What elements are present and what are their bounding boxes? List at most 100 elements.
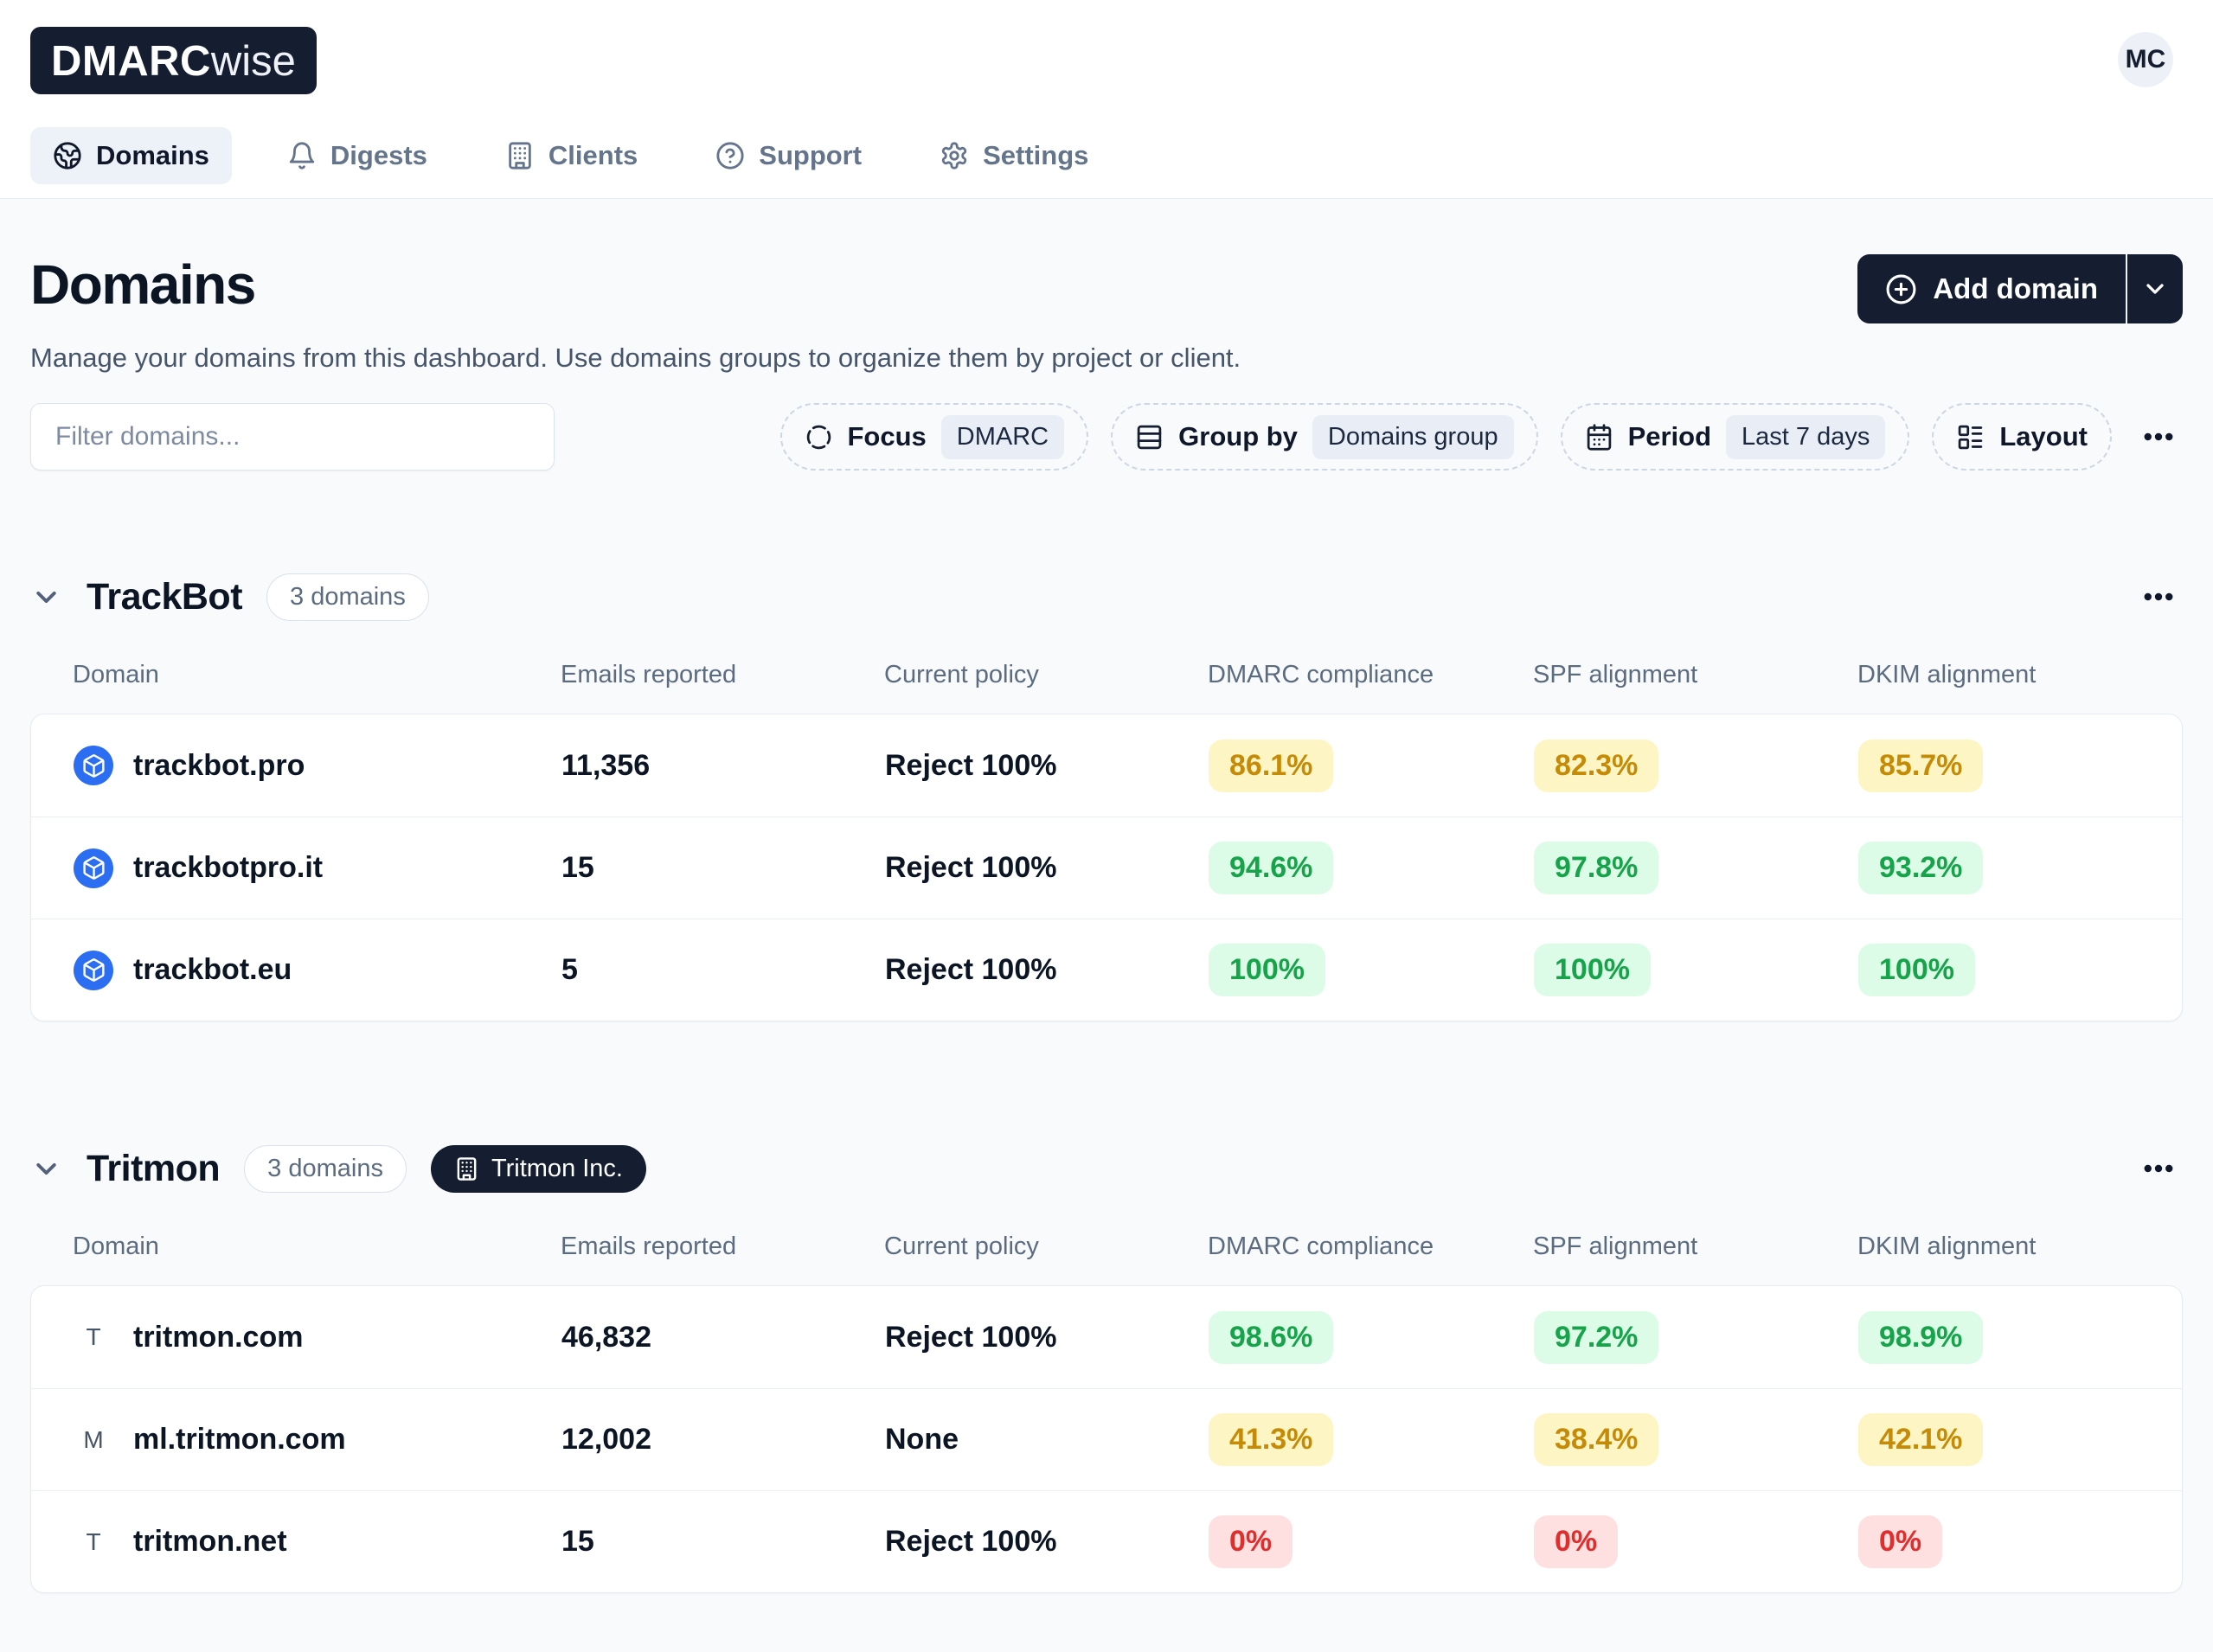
table-row[interactable]: trackbot.pro 11,356 Reject 100% 86.1% 82… <box>31 714 2182 816</box>
dkim-alignment-badge: 0% <box>1858 1515 1942 1568</box>
domain-favicon: M <box>74 1420 113 1460</box>
period-value-chip: Last 7 days <box>1726 415 1885 459</box>
add-domain-label: Add domain <box>1933 272 2098 305</box>
current-policy-value: Reject 100% <box>885 1321 1209 1354</box>
add-domain-split-button: Add domain <box>1857 254 2183 323</box>
top-bar: DMARCwise MC Domains Digests Clients Sup… <box>0 0 2213 199</box>
table-row[interactable]: trackbot.eu 5 Reject 100% 100% 100% 100% <box>31 919 2182 1021</box>
domain-cell: M ml.tritmon.com <box>74 1420 561 1460</box>
focus-icon <box>805 423 833 451</box>
emails-reported-value: 5 <box>561 953 885 987</box>
plus-circle-icon <box>1885 273 1917 305</box>
group-more-options-button[interactable] <box>2134 573 2183 621</box>
table-row[interactable]: trackbotpro.it 15 Reject 100% 94.6% 97.8… <box>31 816 2182 919</box>
layout-label: Layout <box>1999 421 2088 452</box>
column-header-dkim: DKIM alignment <box>1857 661 2183 689</box>
emails-reported-value: 46,832 <box>561 1321 885 1354</box>
domains-group-trackbot: TrackBot 3 domains Domain Emails reporte… <box>30 573 2183 1021</box>
bell-icon <box>287 141 317 170</box>
period-control[interactable]: Period Last 7 days <box>1561 403 1910 471</box>
spf-alignment-badge: 82.3% <box>1534 740 1658 792</box>
column-header-emails: Emails reported <box>561 1233 884 1261</box>
domain-name: trackbot.pro <box>133 749 305 783</box>
globe-icon <box>53 141 82 170</box>
dkim-alignment-badge: 100% <box>1858 944 1975 996</box>
focus-control[interactable]: Focus DMARC <box>780 403 1089 471</box>
chevron-down-icon <box>2141 275 2169 303</box>
nav-item-settings[interactable]: Settings <box>917 127 1111 184</box>
group-title: TrackBot <box>87 576 242 618</box>
help-circle-icon <box>715 141 745 170</box>
nav-item-support[interactable]: Support <box>693 127 884 184</box>
column-header-policy: Current policy <box>884 1233 1208 1261</box>
domain-favicon <box>74 848 113 888</box>
collapse-group-button[interactable] <box>30 1153 62 1185</box>
table-column-headers: Domain Emails reported Current policy DM… <box>30 661 2183 689</box>
table-row[interactable]: M ml.tritmon.com 12,002 None 41.3% 38.4%… <box>31 1388 2182 1490</box>
nav-item-digests[interactable]: Digests <box>265 127 450 184</box>
nav-item-label: Support <box>759 140 862 171</box>
nav-item-label: Clients <box>548 140 638 171</box>
cube-icon <box>81 753 106 778</box>
domains-table-card: T tritmon.com 46,832 Reject 100% 98.6% 9… <box>30 1285 2183 1593</box>
column-header-dkim: DKIM alignment <box>1857 1233 2183 1261</box>
user-avatar[interactable]: MC <box>2118 32 2173 87</box>
collapse-group-button[interactable] <box>30 581 62 613</box>
emails-reported-value: 15 <box>561 1525 885 1559</box>
organization-badge[interactable]: Tritmon Inc. <box>431 1145 646 1193</box>
chevron-down-icon <box>30 581 62 613</box>
app-logo: DMARCwise <box>30 27 317 94</box>
domain-favicon: T <box>74 1522 113 1562</box>
toolbar-more-options-button[interactable] <box>2134 413 2183 461</box>
group-by-control[interactable]: Group by Domains group <box>1111 403 1537 471</box>
nav-item-clients[interactable]: Clients <box>483 127 660 184</box>
domain-name: trackbotpro.it <box>133 851 323 885</box>
group-domains-count-badge: 3 domains <box>244 1145 407 1193</box>
gear-icon <box>940 141 969 170</box>
domain-name: ml.tritmon.com <box>133 1423 346 1457</box>
nav-item-domains[interactable]: Domains <box>30 127 232 184</box>
group-header: TrackBot 3 domains <box>30 573 2183 621</box>
page-subtitle: Manage your domains from this dashboard.… <box>30 343 1241 374</box>
column-header-dmarc: DMARC compliance <box>1208 1233 1533 1261</box>
domain-cell: trackbot.eu <box>74 951 561 990</box>
calendar-icon <box>1585 423 1613 451</box>
spf-alignment-badge: 100% <box>1534 944 1651 996</box>
column-header-domain: Domain <box>73 1233 561 1261</box>
dkim-alignment-badge: 85.7% <box>1858 740 1983 792</box>
spf-alignment-badge: 38.4% <box>1534 1413 1658 1466</box>
domain-favicon: T <box>74 1317 113 1357</box>
building-icon <box>454 1156 479 1181</box>
current-policy-value: Reject 100% <box>885 851 1209 885</box>
table-row[interactable]: T tritmon.net 15 Reject 100% 0% 0% 0% <box>31 1490 2182 1592</box>
column-header-policy: Current policy <box>884 661 1208 689</box>
current-policy-value: Reject 100% <box>885 953 1209 987</box>
dmarc-compliance-badge: 98.6% <box>1209 1311 1333 1364</box>
chevron-down-icon <box>30 1153 62 1185</box>
add-domain-button[interactable]: Add domain <box>1857 254 2126 323</box>
group-by-label: Group by <box>1178 421 1298 452</box>
add-domain-menu-button[interactable] <box>2127 254 2183 323</box>
cube-icon <box>81 855 106 880</box>
cube-icon <box>81 957 106 983</box>
layout-control[interactable]: Layout <box>1932 403 2112 471</box>
table-row[interactable]: T tritmon.com 46,832 Reject 100% 98.6% 9… <box>31 1286 2182 1388</box>
table-column-headers: Domain Emails reported Current policy DM… <box>30 1233 2183 1261</box>
nav-item-label: Digests <box>330 140 427 171</box>
group-by-value-chip: Domains group <box>1312 415 1514 459</box>
domain-name: tritmon.com <box>133 1321 303 1354</box>
focus-value-chip: DMARC <box>941 415 1064 459</box>
dkim-alignment-badge: 98.9% <box>1858 1311 1983 1364</box>
filter-domains-input[interactable] <box>30 403 555 471</box>
domain-favicon <box>74 951 113 990</box>
organization-name: Tritmon Inc. <box>491 1155 623 1183</box>
domain-name: tritmon.net <box>133 1525 287 1559</box>
page-header-text: Domains Manage your domains from this da… <box>30 253 1241 374</box>
emails-reported-value: 15 <box>561 851 885 885</box>
group-more-options-button[interactable] <box>2134 1144 2183 1193</box>
group-header: Tritmon 3 domains Tritmon Inc. <box>30 1144 2183 1193</box>
dkim-alignment-badge: 93.2% <box>1858 842 1983 894</box>
emails-reported-value: 11,356 <box>561 749 885 783</box>
filter-toolbar: Focus DMARC Group by Domains group Perio… <box>30 403 2183 471</box>
domains-table-card: trackbot.pro 11,356 Reject 100% 86.1% 82… <box>30 714 2183 1021</box>
